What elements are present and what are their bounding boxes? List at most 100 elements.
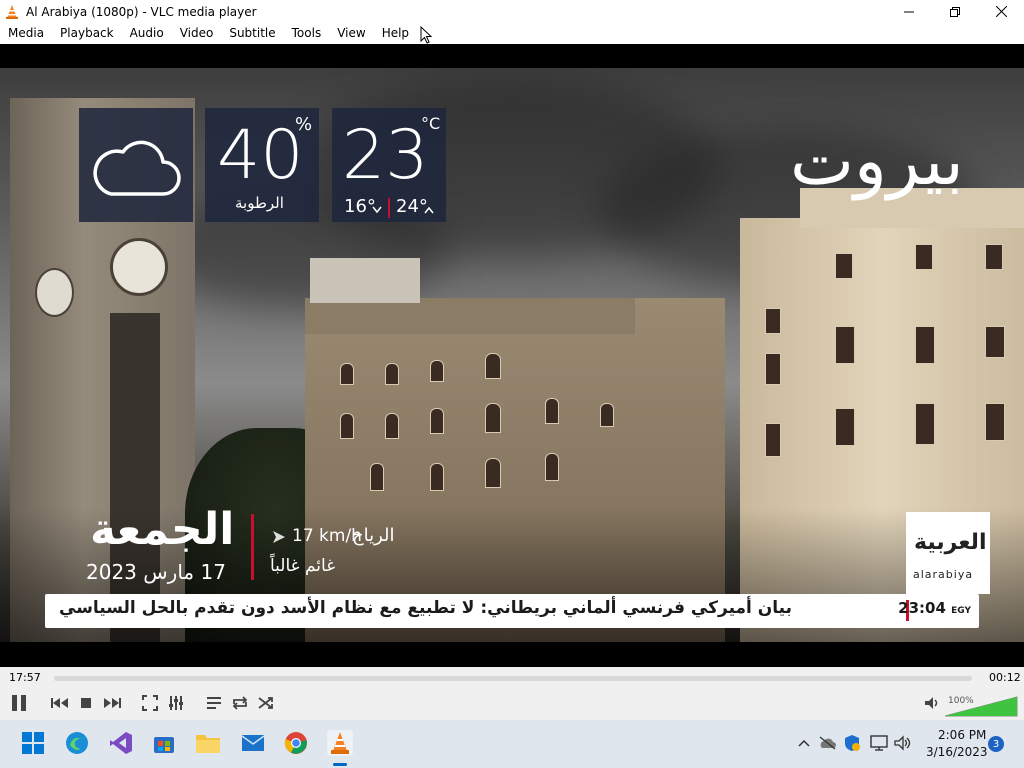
humidity-label: الرطوبة — [235, 194, 284, 212]
ticker-time: 23:04 — [898, 599, 946, 617]
wind-value: 17 km/h — [292, 526, 362, 546]
weather-cloud-panel — [79, 108, 193, 222]
extended-settings-button[interactable] — [165, 692, 187, 714]
shuffle-icon — [258, 697, 273, 709]
start-button[interactable] — [20, 730, 46, 756]
temperature-panel: 23 °C 16° 24° — [332, 108, 446, 222]
video-area[interactable]: 40 % الرطوبة 23 °C 16° 24° بيروت الجمعة … — [0, 44, 1024, 667]
elapsed-time: 17:57 — [9, 671, 41, 684]
notification-count: 3 — [992, 738, 1000, 750]
clock-date[interactable]: 3/16/2023 — [926, 745, 988, 759]
menu-video[interactable]: Video — [172, 23, 222, 44]
pause-icon — [12, 695, 26, 711]
folder-icon — [196, 735, 220, 753]
playlist-button[interactable] — [203, 692, 225, 714]
taskbar-chrome[interactable] — [283, 730, 309, 756]
volume-icon — [894, 735, 911, 751]
stop-button[interactable] — [75, 692, 97, 714]
menu-bar: Media Playback Audio Video Subtitle Tool… — [0, 23, 1024, 44]
up-arrow-icon — [424, 206, 434, 214]
cloud-offline-icon — [819, 736, 836, 750]
humidity-value: 40 — [217, 116, 304, 195]
player-controls: 17:57 00:12 100% — [0, 667, 1024, 720]
equalizer-icon — [169, 696, 183, 710]
down-arrow-icon — [372, 206, 382, 214]
remaining-time: 00:12 — [989, 671, 1021, 684]
previous-button[interactable] — [49, 692, 71, 714]
visual-studio-icon — [110, 732, 132, 754]
menu-help[interactable]: Help — [374, 23, 417, 44]
menu-view[interactable]: View — [329, 23, 373, 44]
notification-badge[interactable]: 3 — [988, 736, 1004, 752]
day-name: الجمعة — [90, 504, 235, 555]
humidity-panel: 40 % الرطوبة — [205, 108, 319, 222]
tray-display[interactable] — [870, 734, 888, 752]
menu-audio[interactable]: Audio — [122, 23, 172, 44]
close-button[interactable] — [978, 0, 1024, 23]
menu-tools[interactable]: Tools — [284, 23, 330, 44]
taskbar-mail[interactable] — [240, 730, 266, 756]
stop-icon — [81, 698, 91, 708]
ticker-headline: بيان أميركي فرنسي ألماني بريطاني: لا تطب… — [59, 598, 793, 618]
menu-media[interactable]: Media — [0, 23, 52, 44]
ticker-timezone: EGY — [951, 606, 971, 616]
store-icon — [154, 737, 174, 753]
windows-icon — [22, 732, 44, 754]
menu-playback[interactable]: Playback — [52, 23, 122, 44]
taskbar-visual-studio[interactable] — [108, 730, 134, 756]
tray-volume[interactable] — [894, 734, 912, 752]
vlc-active-indicator — [333, 763, 347, 766]
window-title: Al Arabiya (1080p) - VLC media player — [26, 4, 257, 19]
tray-onedrive[interactable] — [818, 734, 836, 752]
seek-bar[interactable] — [54, 676, 972, 681]
minimize-icon — [904, 11, 914, 12]
mouse-cursor-icon — [420, 26, 432, 44]
previous-icon — [51, 698, 68, 708]
chrome-icon — [284, 732, 307, 754]
vlc-cone-icon — [6, 4, 18, 19]
channel-logo-en: alarabiya — [913, 568, 974, 581]
taskbar: 2:06 PM 3/16/2023 3 — [0, 720, 1024, 768]
maximize-button[interactable] — [932, 0, 978, 23]
menu-subtitle[interactable]: Subtitle — [221, 23, 283, 44]
taskbar-vlc[interactable] — [327, 730, 353, 756]
date-text: 17 مارس 2023 — [86, 560, 226, 584]
loop-button[interactable] — [229, 692, 251, 714]
wind-direction-icon — [273, 531, 285, 543]
seek-fill — [54, 676, 963, 681]
edge-icon — [66, 732, 88, 754]
shuffle-button[interactable] — [255, 692, 277, 714]
close-icon — [995, 6, 1007, 17]
fullscreen-icon — [142, 695, 158, 711]
title-bar: Al Arabiya (1080p) - VLC media player — [0, 0, 1024, 23]
mute-button[interactable] — [921, 692, 943, 714]
vlc-icon — [331, 732, 349, 754]
volume-wedge — [944, 696, 1018, 717]
news-ticker: بيان أميركي فرنسي ألماني بريطاني: لا تطب… — [45, 594, 979, 628]
volume-slider[interactable] — [944, 695, 1018, 717]
weather-condition: غائم غالباً — [270, 556, 336, 576]
minimize-button[interactable] — [886, 0, 932, 23]
taskbar-store[interactable] — [151, 730, 177, 756]
next-icon — [104, 698, 121, 708]
next-button[interactable] — [101, 692, 123, 714]
restore-icon — [950, 6, 960, 17]
taskbar-file-explorer[interactable] — [195, 730, 221, 756]
chevron-up-icon — [798, 739, 810, 747]
tray-security[interactable] — [843, 734, 861, 752]
loop-icon — [232, 696, 248, 710]
temperature-value: 23 — [342, 116, 429, 195]
speaker-icon — [925, 697, 938, 709]
monitor-icon — [870, 735, 888, 751]
divider — [251, 514, 254, 580]
temperature-unit: °C — [421, 114, 441, 133]
clock-time[interactable]: 2:06 PM — [938, 728, 986, 742]
channel-logo-ar: العربية — [914, 530, 987, 555]
cloud-icon — [93, 140, 181, 196]
mail-icon — [241, 735, 265, 751]
taskbar-edge[interactable] — [64, 730, 90, 756]
fullscreen-button[interactable] — [139, 692, 161, 714]
pause-button[interactable] — [8, 692, 30, 714]
show-hidden-icons[interactable] — [795, 734, 813, 752]
shield-icon — [845, 735, 860, 751]
